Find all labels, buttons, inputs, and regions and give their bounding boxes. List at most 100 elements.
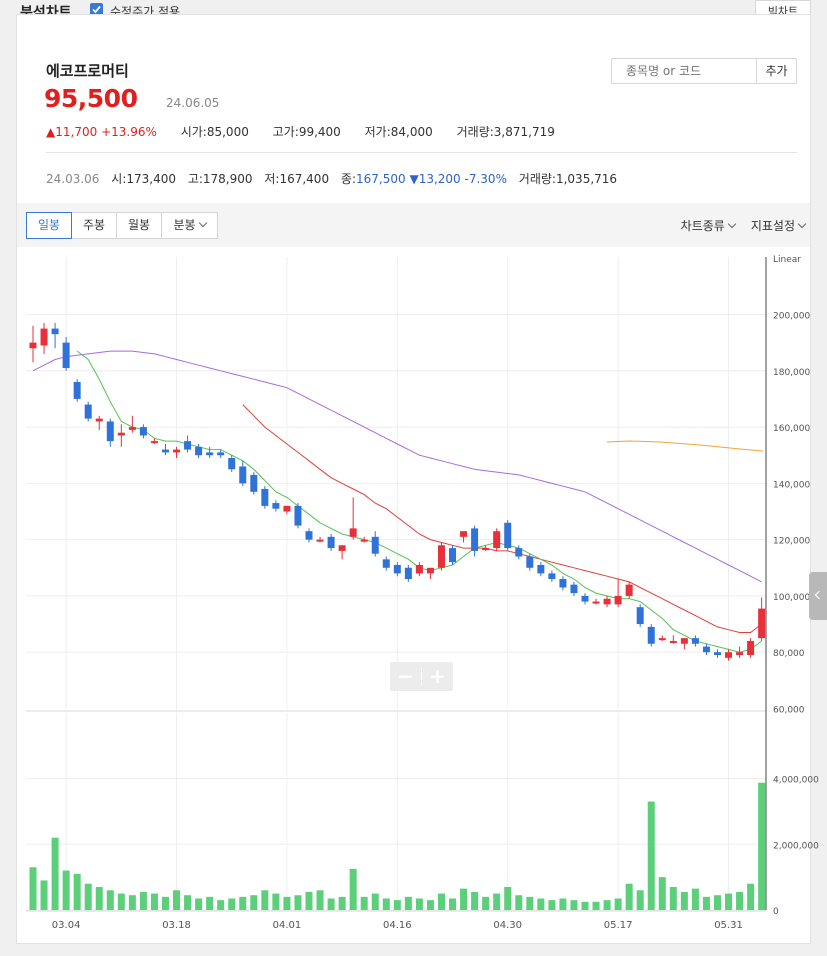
volume-bar [305, 891, 313, 910]
candle-body [404, 567, 412, 580]
candle-body [206, 452, 214, 456]
volume-bar [515, 895, 523, 910]
date-tick-label: 04.01 [273, 920, 302, 931]
volume-bar [360, 896, 368, 910]
candle-body [250, 474, 258, 492]
volume-bar [73, 873, 81, 910]
volume-bar [680, 891, 688, 910]
volume-bar [228, 898, 236, 910]
candle-body [437, 545, 445, 568]
candle-body [161, 449, 169, 453]
scale-type-label: Linear [773, 255, 801, 265]
volume-bar [128, 895, 136, 910]
candle-body [294, 505, 302, 526]
volume-bar [437, 893, 445, 910]
volume-bar [526, 896, 534, 910]
price-tick-label: 60,000 [773, 706, 805, 716]
tab-daily[interactable]: 일봉 [26, 212, 72, 239]
candle-body [150, 441, 158, 444]
zoom-out-button[interactable]: − [390, 664, 421, 689]
candle-body [647, 626, 655, 644]
candle-body [702, 646, 710, 653]
volume-bar [747, 883, 755, 910]
candle-body [725, 652, 733, 658]
candle-body [239, 466, 247, 484]
volume-bar [658, 877, 666, 910]
volume-bar [758, 782, 766, 910]
volume-bar [349, 868, 357, 910]
volume-bar [150, 893, 158, 910]
volume-bar [482, 896, 490, 910]
volume-bar [736, 891, 744, 910]
candle-body [360, 539, 368, 542]
candle-body [493, 531, 501, 549]
candle-body [614, 595, 622, 605]
volume-bar [250, 895, 258, 910]
price-tick-label: 140,000 [773, 480, 810, 490]
candle-body [625, 584, 633, 596]
candle-body [73, 382, 81, 399]
candle-body [471, 528, 479, 551]
volume-bar [449, 898, 457, 910]
candle-body [736, 652, 744, 656]
volume-bar [184, 895, 192, 910]
side-panel-toggle[interactable] [809, 572, 827, 620]
volume-bar [206, 896, 214, 910]
volume-bar [272, 893, 280, 910]
candle-body [51, 328, 59, 335]
candle-body [592, 601, 600, 604]
volume-bar [51, 837, 59, 910]
volume-bar [603, 900, 611, 910]
candle-body [29, 342, 37, 349]
volume-bar [471, 891, 479, 910]
volume-bar [106, 890, 114, 910]
candle-body [305, 531, 313, 540]
volume-bar [570, 900, 578, 910]
candle-body [526, 556, 534, 568]
candle-body [84, 404, 92, 419]
volume-bar [404, 896, 412, 910]
candle-body [95, 418, 103, 422]
zoom-in-button[interactable]: + [422, 664, 453, 689]
candle-body [393, 564, 401, 574]
price-tick-label: 100,000 [773, 593, 810, 603]
candle-body [570, 584, 578, 594]
volume-bar [702, 896, 710, 910]
date-tick-label: 04.30 [493, 920, 522, 931]
candle-body [40, 328, 48, 346]
volume-bar [84, 883, 92, 910]
candle-body [482, 548, 490, 551]
ma120-line [606, 440, 764, 452]
candle-body [747, 640, 755, 656]
volume-bar [669, 886, 677, 910]
candle-body [537, 564, 545, 574]
volume-bar [316, 890, 324, 910]
candle-body [504, 522, 512, 549]
candle-body [327, 536, 335, 549]
volume-bar [117, 893, 125, 910]
date-tick-label: 03.18 [162, 920, 191, 931]
candle-body [449, 548, 457, 563]
candle-body [184, 441, 192, 450]
volume-tick-label: 0 [773, 907, 779, 917]
price-tick-label: 80,000 [773, 649, 805, 659]
candle-body [195, 446, 203, 456]
candle-body [460, 531, 468, 537]
volume-bar [95, 886, 103, 910]
candle-body [515, 548, 523, 557]
candle-body [272, 503, 280, 509]
volume-bar [161, 896, 169, 910]
candle-body [173, 449, 181, 453]
volume-bar [217, 900, 225, 910]
candle-body [316, 539, 324, 542]
candle-body [658, 638, 666, 641]
candle-body [713, 652, 721, 656]
volume-bar [713, 895, 721, 910]
date-tick-label: 05.17 [604, 920, 633, 931]
candle-body [426, 567, 434, 574]
stock-chart[interactable]: Linear 60,000 80,000 100,000 120,000 140,000 1… [0, 0, 827, 956]
ma5-line [76, 350, 762, 653]
volume-bar [239, 896, 247, 910]
candle-body [548, 573, 556, 580]
volume-bar [327, 898, 335, 910]
